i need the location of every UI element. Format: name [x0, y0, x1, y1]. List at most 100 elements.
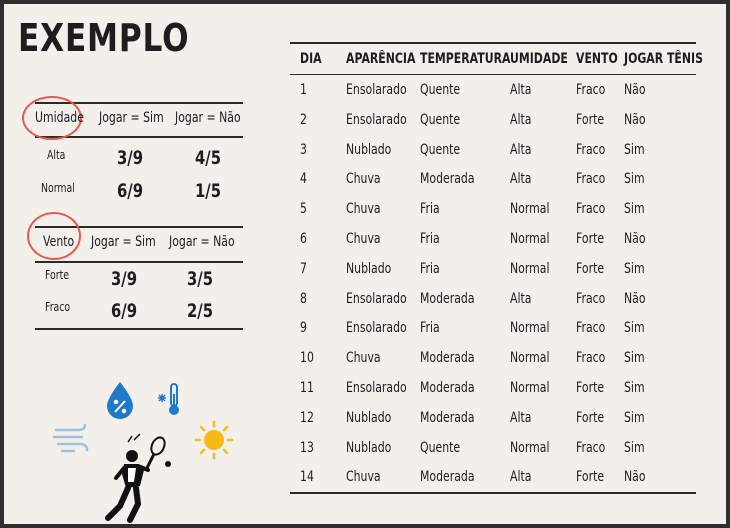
dia-cell: 14 [300, 469, 314, 486]
aparencia-cell: Chuva [346, 231, 381, 247]
vento-cell: Forte [576, 380, 605, 396]
jogar-tenis-cell: Não [624, 82, 646, 98]
dia-cell: 6 [300, 231, 307, 247]
vento-cell: Forte [576, 111, 605, 128]
aparencia-cell: Nublado [346, 409, 392, 426]
dia-cell: 4 [300, 171, 307, 188]
slide-title: EXEMPLO [18, 16, 190, 60]
vento-header: VENTO [576, 51, 618, 67]
dia-cell: 12 [300, 409, 314, 426]
dia-cell: 5 [300, 201, 307, 218]
jogar-nao-header: Jogar = Não [169, 234, 235, 250]
table-rule [290, 42, 696, 44]
temperatura-cell: Moderada [420, 409, 475, 426]
temperatura-cell: Moderada [420, 469, 475, 486]
temperatura-header: TEMPERATURA [420, 51, 511, 67]
jogar-tenis-header: JOGAR TÊNIS [624, 51, 703, 67]
vento-cell: Forte [576, 260, 605, 277]
jogar-tenis-cell: Sim [624, 171, 645, 188]
dia-cell: 11 [300, 380, 314, 396]
vento-cell: Fraco [576, 290, 606, 307]
row-label: Alta [47, 148, 66, 162]
umidade-cell: Normal [510, 350, 550, 367]
jogar-tenis-cell: Sim [624, 380, 645, 396]
vento-cell: Fraco [576, 201, 606, 218]
aparencia-cell: Ensolarado [346, 290, 407, 307]
dia-cell: 9 [300, 320, 307, 337]
jogar-tenis-cell: Não [624, 469, 646, 486]
jogar-sim-header: Jogar = Sim [91, 234, 156, 250]
jogar-tenis-cell: Sim [624, 320, 645, 337]
jogar-tenis-cell: Não [624, 111, 646, 128]
vento-table: Vento Jogar = Sim Jogar = Não Forte 3/9 … [27, 212, 243, 338]
jogar-tenis-cell: Sim [624, 260, 645, 277]
dia-cell: 13 [300, 439, 314, 456]
umidade-header: Umidade [35, 110, 84, 126]
jogar-tenis-cell: Sim [624, 141, 645, 158]
dia-cell: 10 [300, 350, 314, 367]
row-label: Forte [45, 268, 70, 282]
umidade-cell: Normal [510, 231, 550, 247]
humidity-drop-icon [107, 382, 133, 419]
prob-value: 3/5 [187, 268, 214, 290]
row-label: Normal [41, 181, 75, 195]
cold-thermometer-icon [158, 383, 179, 415]
umidade-cell: Alta [510, 409, 532, 426]
prob-value: 6/9 [111, 300, 138, 322]
dia-header: DIA [300, 51, 322, 67]
jogar-tenis-cell: Sim [624, 409, 645, 426]
umidade-cell: Alta [510, 171, 532, 188]
umidade-cell: Normal [510, 320, 550, 337]
temperatura-cell: Fria [420, 201, 440, 218]
aparencia-cell: Ensolarado [346, 380, 407, 396]
dia-cell: 3 [300, 141, 307, 158]
table-rule [35, 328, 243, 330]
vento-cell: Fraco [576, 350, 606, 367]
prob-value: 3/9 [111, 268, 138, 290]
umidade-cell: Normal [510, 201, 550, 218]
tennis-player-icon [105, 433, 171, 523]
vento-cell: Fraco [576, 141, 606, 158]
temperatura-cell: Moderada [420, 290, 475, 307]
vento-cell: Fraco [576, 320, 606, 337]
umidade-cell: Alta [510, 469, 532, 486]
vento-cell: Fraco [576, 82, 606, 98]
prob-value: 3/9 [117, 147, 144, 169]
umidade-header: UMIDADE [510, 51, 568, 67]
wind-icon [52, 423, 89, 453]
umidade-cell: Normal [510, 439, 550, 456]
temperatura-cell: Quente [420, 141, 461, 158]
dia-cell: 8 [300, 290, 307, 307]
aparencia-cell: Nublado [346, 260, 392, 277]
vento-cell: Forte [576, 469, 605, 486]
temperatura-cell: Fria [420, 260, 440, 277]
sun-icon [194, 420, 234, 460]
table-rule [35, 261, 243, 263]
umidade-cell: Normal [510, 260, 550, 277]
temperatura-cell: Moderada [420, 380, 475, 396]
jogar-tenis-cell: Sim [624, 350, 645, 367]
prob-value: 4/5 [195, 147, 222, 169]
row-label: Fraco [45, 300, 71, 314]
aparencia-cell: Ensolarado [346, 320, 407, 337]
prob-value: 1/5 [195, 180, 222, 202]
temperatura-cell: Moderada [420, 171, 475, 188]
temperatura-cell: Quente [420, 82, 461, 98]
aparencia-header: APARÊNCIA [346, 51, 416, 67]
vento-header: Vento [43, 234, 75, 250]
umidade-cell: Alta [510, 111, 532, 128]
umidade-table: Umidade Jogar = Sim Jogar = Não Alta 3/9… [22, 96, 243, 214]
aparencia-cell: Nublado [346, 439, 392, 456]
umidade-cell: Alta [510, 290, 532, 307]
table-rule [290, 492, 696, 494]
aparencia-cell: Chuva [346, 350, 381, 367]
vento-cell: Fraco [576, 171, 606, 188]
dia-cell: 2 [300, 111, 307, 128]
jogar-tenis-cell: Sim [624, 439, 645, 456]
umidade-cell: Alta [510, 82, 532, 98]
aparencia-cell: Ensolarado [346, 111, 407, 128]
aparencia-cell: Nublado [346, 141, 392, 158]
jogar-nao-header: Jogar = Não [175, 110, 241, 126]
vento-cell: Fraco [576, 439, 606, 456]
jogar-tenis-cell: Sim [624, 201, 645, 218]
